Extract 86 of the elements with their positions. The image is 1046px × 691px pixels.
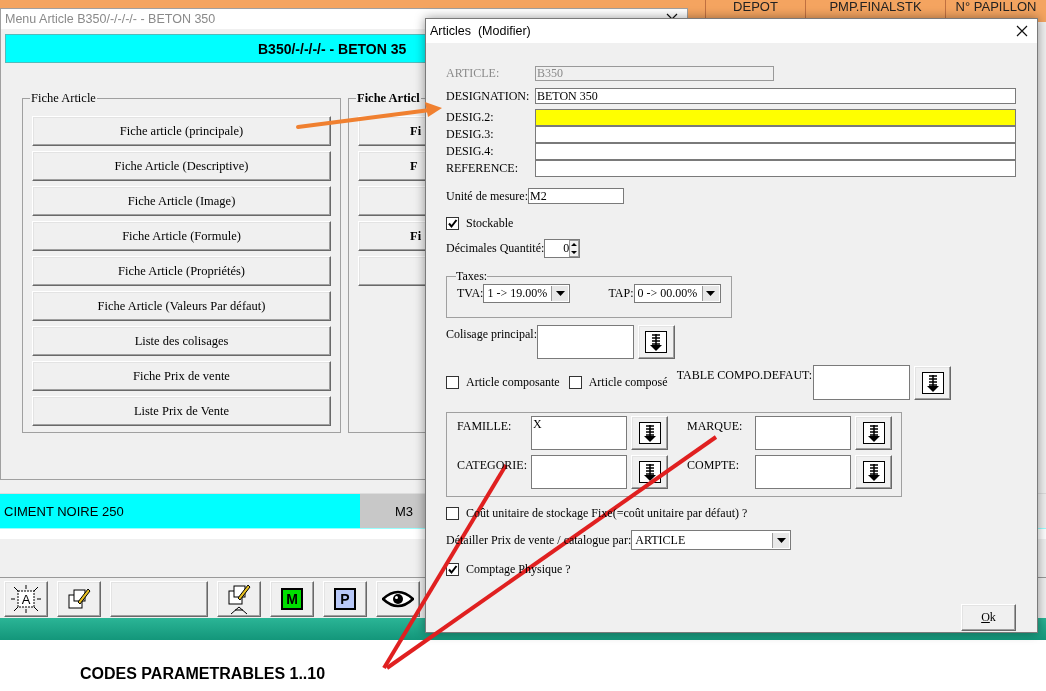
text-field[interactable]: X (531, 416, 627, 450)
edit-icon (225, 583, 253, 616)
text-field[interactable] (813, 365, 911, 400)
field-label: TABLE COMPO.DEFAUT: (676, 368, 813, 383)
spin-box[interactable]: 0 (544, 239, 581, 258)
field-label: TAP: (608, 286, 634, 301)
text-field[interactable]: BETON 350 (535, 88, 1016, 104)
letter-icon: P (334, 588, 356, 611)
field-label: ARTICLE: (446, 66, 501, 81)
caret-icon (776, 537, 786, 543)
lookup-button[interactable] (914, 365, 952, 400)
toolbar-button[interactable]: M (270, 581, 314, 618)
checkbox[interactable] (446, 506, 459, 520)
lookup-button[interactable] (638, 325, 675, 359)
toolbar-button[interactable] (217, 581, 261, 618)
menu-button[interactable]: Fiche Article (Propriétés) (32, 256, 331, 286)
menu-button[interactable]: Liste Prix de Vente (32, 396, 331, 426)
field-label: MARQUE: (687, 419, 744, 434)
menu-button[interactable]: Fiche Article (Image) (32, 186, 331, 216)
toolbar-button[interactable]: P (323, 581, 367, 618)
group-title: Fiche Articl (356, 91, 421, 106)
table-cell: CIMENT NOIRE 250 (0, 493, 360, 529)
menu-button[interactable]: Fiche Article (Descriptive) (32, 151, 331, 181)
field-label: REFERENCE: (446, 161, 519, 176)
toolbar-button[interactable] (57, 581, 101, 618)
arrow-down-icon (638, 461, 661, 483)
checkbox[interactable] (446, 216, 459, 230)
lookup-button[interactable] (631, 455, 668, 489)
text-field[interactable] (535, 160, 1016, 177)
field-label: DESIG.3: (446, 127, 495, 142)
checkbox-label: Article composé (588, 375, 668, 390)
text-field[interactable] (535, 143, 1016, 160)
group-title: Taxes: (456, 269, 488, 284)
dropdown[interactable]: 0 -> 00.00% (633, 284, 721, 303)
field-label: Colisage principal: (446, 327, 537, 342)
arrow-down-icon (862, 461, 885, 483)
arrow-down-icon (645, 331, 668, 353)
checkbox[interactable] (568, 376, 582, 389)
field-label: TVA: (457, 286, 484, 301)
lookup-button[interactable] (631, 416, 668, 450)
field-label: FAMILLE: (457, 419, 513, 434)
field-label: CATEGORIE: (457, 458, 528, 473)
caret-icon (555, 291, 565, 296)
banner-text: B350/-/-/-/- - BETON 35 (258, 40, 407, 57)
menu-button[interactable]: Fiche Article (Valeurs Par défaut) (32, 291, 331, 321)
arrow-down-icon (921, 371, 944, 394)
close-icon (1016, 25, 1028, 37)
text-field[interactable] (755, 455, 851, 489)
caret-icon (706, 291, 715, 296)
text-field: B350 (535, 66, 774, 81)
ok-button[interactable]: Ok (961, 604, 1016, 631)
field-label: COMPTE: (687, 458, 740, 473)
text-field[interactable] (755, 416, 851, 450)
eye-icon (382, 589, 414, 610)
menu-button[interactable]: Fiche Article (Formule) (32, 221, 331, 251)
menu-button[interactable]: Liste des colisages (32, 326, 331, 356)
dropdown[interactable]: ARTICLE (631, 530, 792, 550)
toolbar-button[interactable]: A (4, 581, 48, 618)
text-field[interactable] (531, 455, 627, 489)
checkbox-label: Article composante (466, 375, 560, 390)
arrow-down-icon (862, 422, 885, 444)
text-field[interactable] (535, 126, 1016, 143)
field-label: DESIG.4: (446, 144, 495, 159)
text-field[interactable]: M2 (528, 188, 624, 204)
dropdown[interactable]: 1 -> 19.00% (483, 284, 571, 303)
table-cell: M3 (360, 493, 425, 529)
letter-icon: M (281, 588, 303, 611)
window-title: Menu Article B350/-/-/-/- - BETON 350 (5, 12, 216, 26)
lookup-button[interactable] (855, 455, 892, 489)
field-label: Décimales Quantité: (446, 241, 545, 256)
menu-button[interactable]: Fiche Prix de vente (32, 361, 331, 391)
toolbar-button[interactable] (376, 581, 420, 618)
arrow-down-icon (638, 422, 661, 444)
checkbox[interactable] (446, 376, 459, 389)
menu-button[interactable]: Fiche article (principale) (32, 116, 331, 146)
field-label: Unité de mesure: (446, 188, 528, 204)
group-title: Fiche Article (30, 91, 97, 106)
checkbox-label: Stockable (466, 215, 514, 231)
text-field[interactable] (537, 325, 634, 359)
annotation-text: CODES PARAMETRABLES 1..10 (80, 665, 326, 683)
spin-arrows-icon (569, 240, 580, 257)
field-label: DESIGNATION: (446, 88, 531, 104)
dialog-title: Articles (Modifier) (430, 24, 531, 38)
text-field[interactable] (535, 109, 1016, 126)
field-label: DESIG.2: (446, 110, 495, 125)
lookup-button[interactable] (855, 416, 892, 450)
